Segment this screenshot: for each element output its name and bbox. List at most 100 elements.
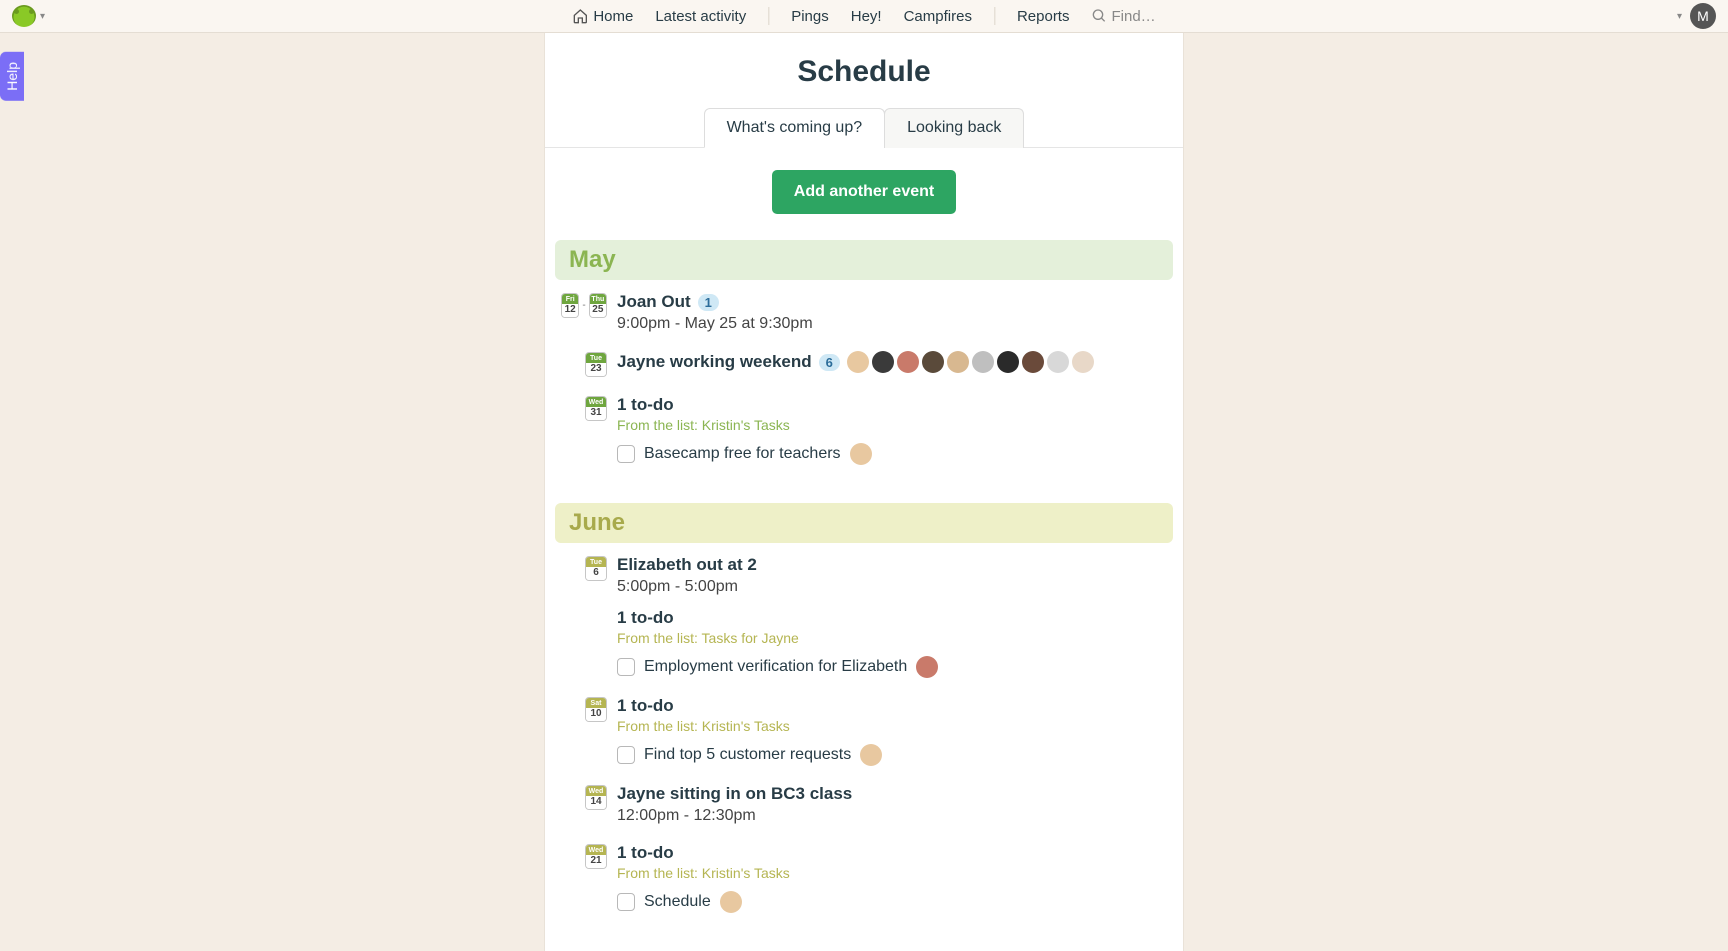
nav-search-label: Find… [1111, 8, 1155, 25]
date-dow: Wed [586, 786, 606, 796]
event-title: Elizabeth out at 2 [617, 555, 757, 574]
attendee-avatar [1022, 351, 1044, 373]
main-panel: Schedule What's coming up? Looking back … [544, 33, 1184, 951]
assignee-avatar [916, 656, 938, 678]
june-entries: Tue 6 Elizabeth out at 2 5:00pm - 5:00pm… [545, 555, 1183, 951]
todo-june21[interactable]: Wed 21 1 to-do From the list: Kristin's … [561, 843, 1167, 913]
help-tab[interactable]: Help [0, 52, 24, 101]
todo-may31[interactable]: Wed 31 1 to-do From the list: Kristin's … [561, 395, 1167, 465]
todo-text[interactable]: Schedule [644, 893, 711, 911]
date-dow: Wed [586, 845, 606, 855]
calendar-chip-icon: Tue 23 [585, 352, 607, 377]
event-jayne-bc3[interactable]: Wed 14 Jayne sitting in on BC3 class 12:… [561, 784, 1167, 825]
nav-reports[interactable]: Reports [1017, 8, 1070, 25]
nav-separator [768, 7, 769, 25]
nav-hey[interactable]: Hey! [851, 8, 882, 25]
todo-list-source: From the list: Tasks for Jayne [617, 630, 1167, 646]
attendee-avatar [1072, 351, 1094, 373]
nav-center: Home Latest activity Pings Hey! Campfire… [572, 7, 1155, 25]
logo-dropdown-caret[interactable]: ▾ [40, 11, 45, 22]
page-title: Schedule [545, 55, 1183, 89]
date-dow: Wed [586, 397, 606, 407]
date-num: 23 [586, 363, 606, 376]
date-num: 25 [590, 304, 606, 317]
calendar-chip-icon: Tue 6 [585, 556, 607, 581]
todo-checkbox[interactable] [617, 658, 635, 676]
add-event-button[interactable]: Add another event [772, 170, 956, 214]
nav-pings[interactable]: Pings [791, 8, 829, 25]
assignee-avatar [720, 891, 742, 913]
assignee-avatar [860, 744, 882, 766]
logo-icon[interactable] [12, 5, 36, 27]
event-title: Jayne working weekend [617, 352, 812, 372]
event-title: 1 to-do [617, 696, 674, 715]
nav-home[interactable]: Home [572, 8, 633, 25]
todo-text[interactable]: Find top 5 customer requests [644, 746, 851, 764]
topbar: ▾ Home Latest activity Pings Hey! Campfi… [0, 0, 1728, 33]
todo-june10[interactable]: Sat 10 1 to-do From the list: Kristin's … [561, 696, 1167, 766]
event-time: 12:00pm - 12:30pm [617, 807, 1167, 825]
calendar-chip-icon: Thu 25 [589, 293, 607, 318]
user-dropdown-caret[interactable]: ▾ [1677, 11, 1682, 22]
date-num: 21 [586, 855, 606, 868]
attendee-avatar [872, 351, 894, 373]
nav-campfires[interactable]: Campfires [904, 8, 972, 25]
attendee-avatar [972, 351, 994, 373]
nav-home-label: Home [593, 8, 633, 25]
attendee-avatars [847, 351, 1094, 373]
comment-count-badge: 1 [698, 294, 719, 311]
comment-count-badge: 6 [819, 354, 840, 371]
search-icon [1091, 8, 1107, 24]
date-dow: Thu [590, 294, 606, 304]
event-title: Joan Out [617, 292, 691, 312]
assignee-avatar [850, 443, 872, 465]
event-title: 1 to-do [617, 843, 674, 862]
calendar-chip-icon: Fri 12 [561, 293, 579, 318]
month-header-june: June [555, 503, 1173, 543]
attendee-avatar [897, 351, 919, 373]
attendee-avatar [922, 351, 944, 373]
date-num: 14 [586, 796, 606, 809]
event-joan-out[interactable]: Fri 12 - Thu 25 Joan Out 1 9:00pm - May … [561, 292, 1167, 333]
date-num: 6 [586, 567, 606, 580]
todo-checkbox[interactable] [617, 445, 635, 463]
date-num: 12 [562, 304, 578, 317]
todo-list-source: From the list: Kristin's Tasks [617, 417, 1167, 433]
tab-upcoming[interactable]: What's coming up? [704, 108, 886, 148]
attendee-avatar [1047, 351, 1069, 373]
month-header-may: May [555, 240, 1173, 280]
todo-text[interactable]: Basecamp free for teachers [644, 445, 841, 463]
todo-checkbox[interactable] [617, 746, 635, 764]
schedule-tabs: What's coming up? Looking back [545, 107, 1183, 148]
event-title: Jayne sitting in on BC3 class [617, 784, 852, 803]
nav-search[interactable]: Find… [1091, 8, 1155, 25]
attendee-avatar [847, 351, 869, 373]
nav-latest[interactable]: Latest activity [655, 8, 746, 25]
tab-past[interactable]: Looking back [884, 108, 1024, 148]
date-range-dash: - [581, 300, 586, 311]
event-time: 9:00pm - May 25 at 9:30pm [617, 315, 1167, 333]
event-title: 1 to-do [617, 395, 674, 414]
date-num: 10 [586, 708, 606, 721]
may-entries: Fri 12 - Thu 25 Joan Out 1 9:00pm - May … [545, 292, 1183, 503]
event-time: 5:00pm - 5:00pm [617, 578, 1167, 596]
event-title: 1 to-do [617, 608, 674, 627]
calendar-chip-icon: Sat 10 [585, 697, 607, 722]
event-jayne-weekend[interactable]: Tue 23 Jayne working weekend 6 [561, 351, 1167, 377]
date-dow: Tue [586, 353, 606, 363]
user-avatar[interactable]: M [1690, 3, 1716, 29]
event-elizabeth[interactable]: Tue 6 Elizabeth out at 2 5:00pm - 5:00pm [561, 555, 1167, 596]
date-dow: Fri [562, 294, 578, 304]
todo-list-source: From the list: Kristin's Tasks [617, 865, 1167, 881]
nav-separator [994, 7, 995, 25]
home-icon [572, 8, 588, 24]
date-num: 31 [586, 407, 606, 420]
todo-text[interactable]: Employment verification for Elizabeth [644, 658, 907, 676]
todo-list-source: From the list: Kristin's Tasks [617, 718, 1167, 734]
calendar-chip-icon: Wed 14 [585, 785, 607, 810]
todo-checkbox[interactable] [617, 893, 635, 911]
attendee-avatar [997, 351, 1019, 373]
calendar-chip-icon: Wed 31 [585, 396, 607, 421]
date-dow: Tue [586, 557, 606, 567]
todo-june6[interactable]: 1 to-do From the list: Tasks for Jayne E… [561, 608, 1167, 678]
